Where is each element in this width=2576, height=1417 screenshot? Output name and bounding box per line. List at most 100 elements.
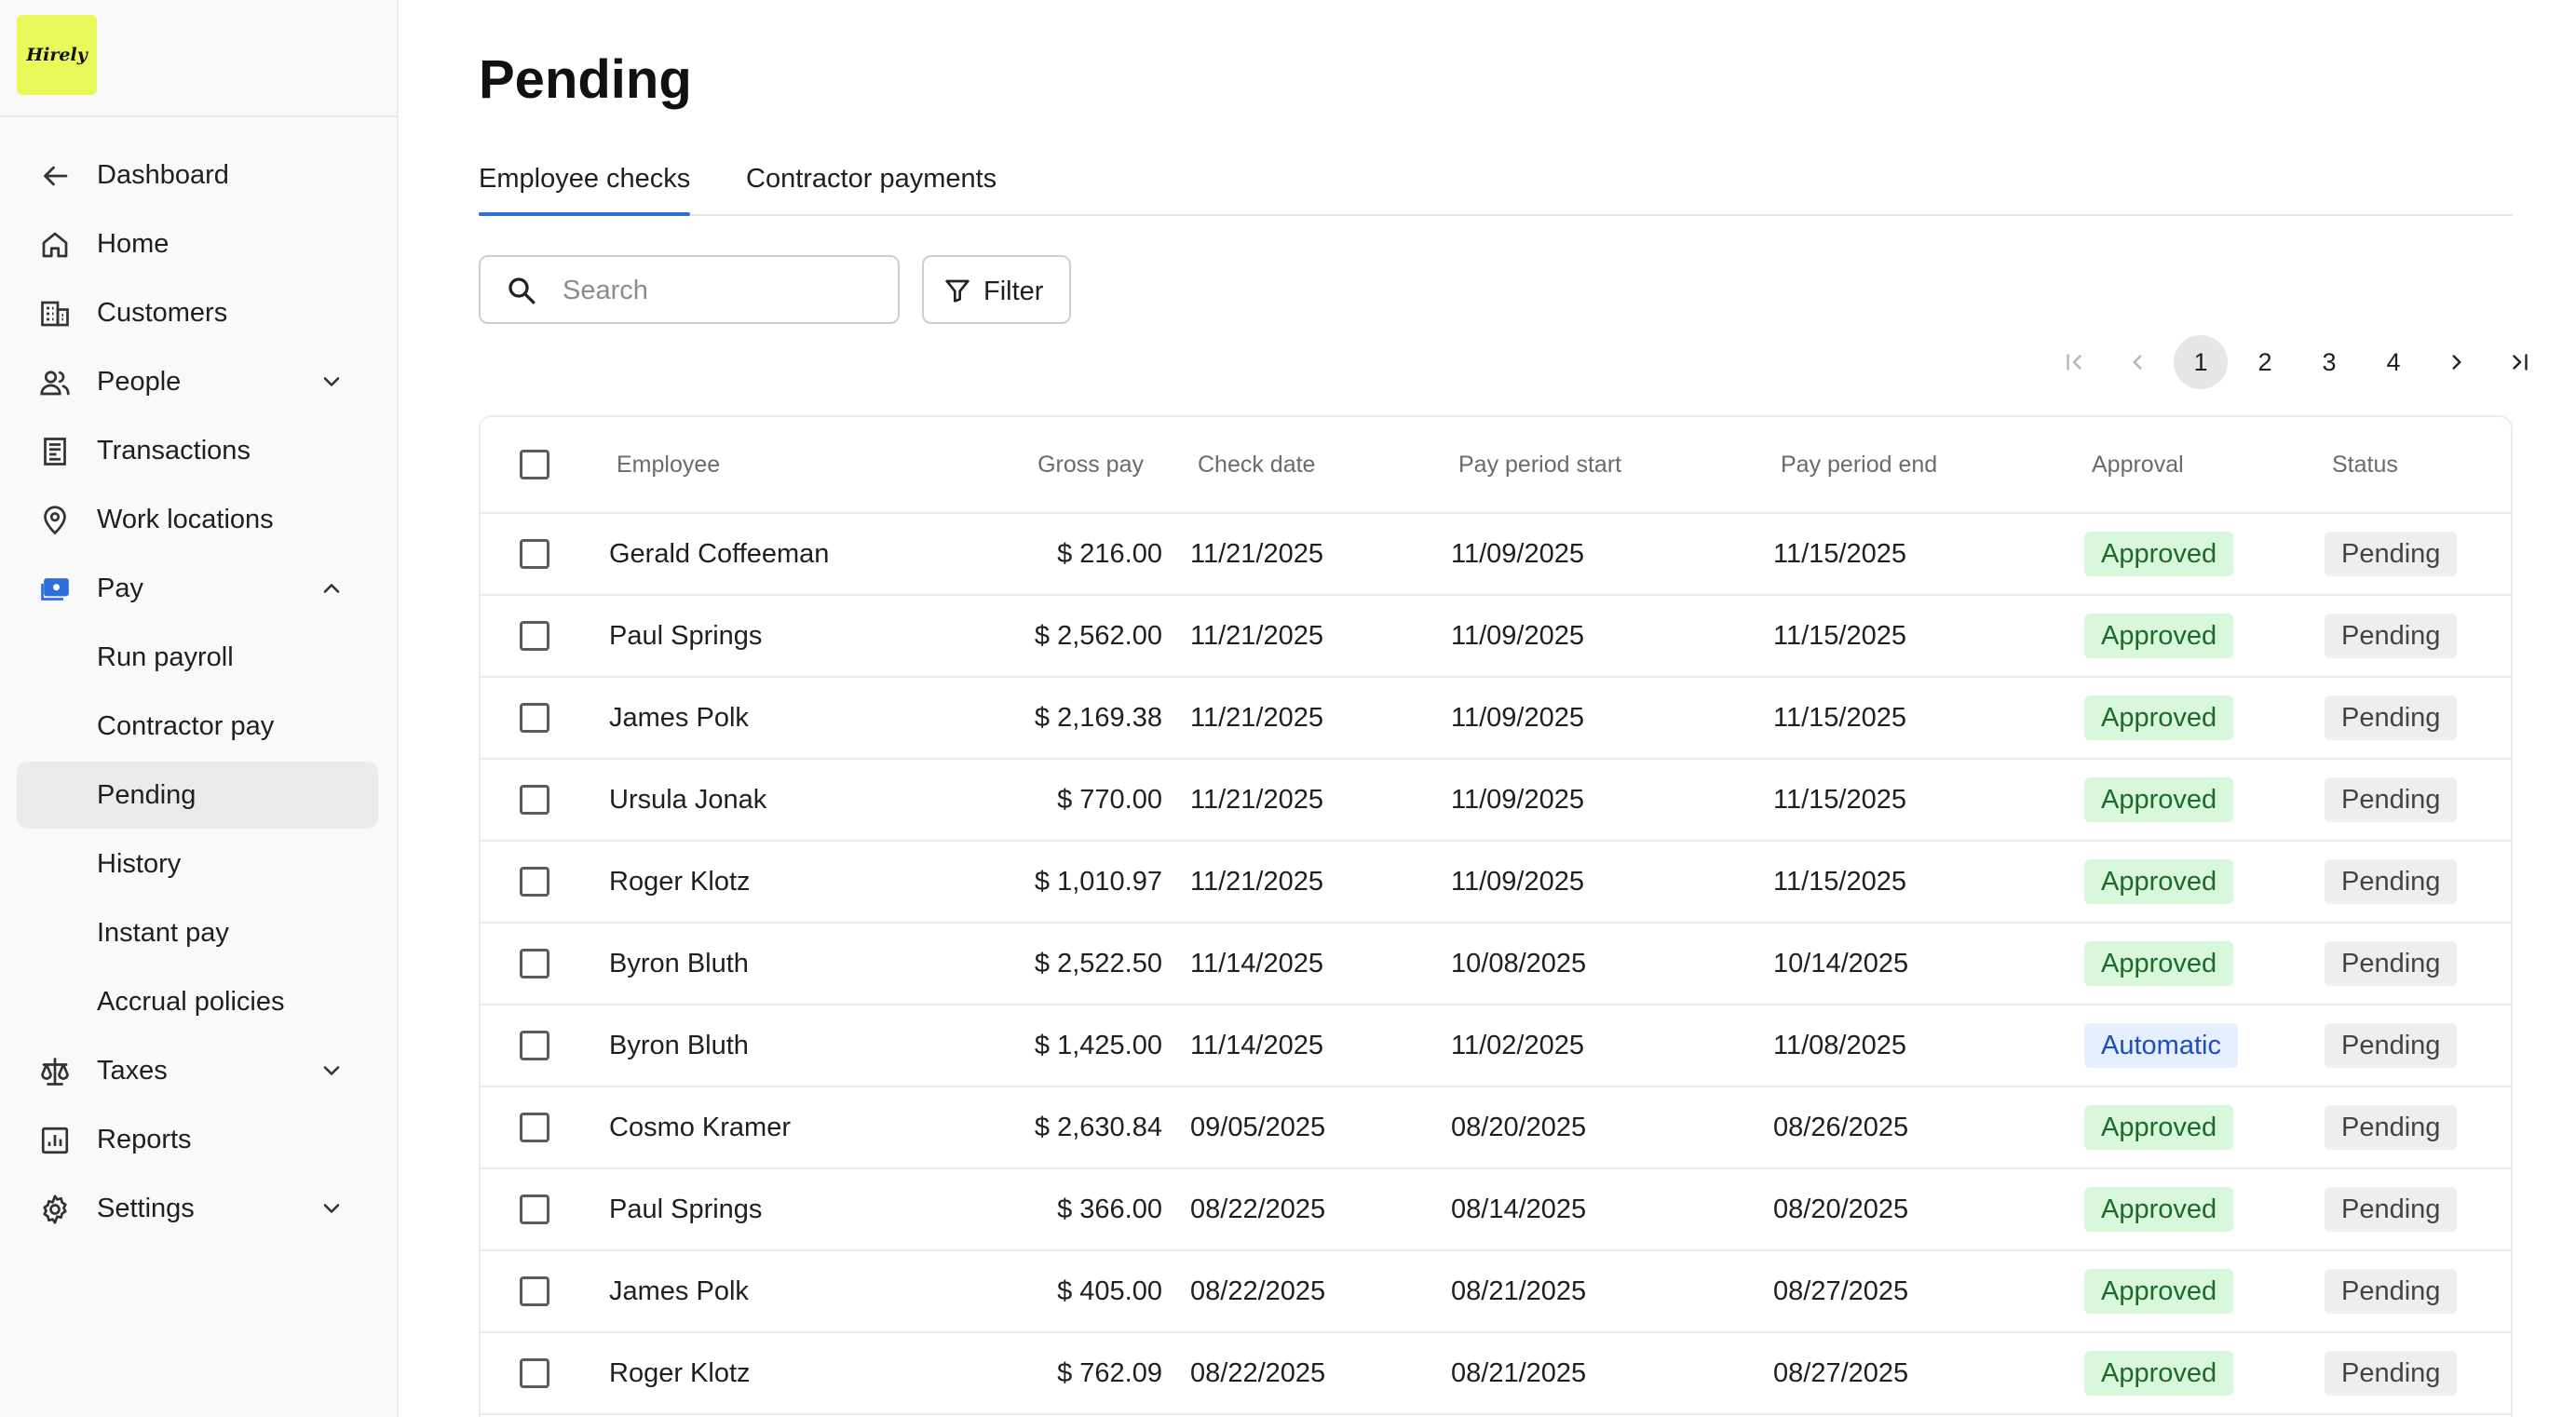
column-header-pay-period-start[interactable]: Pay period start (1458, 417, 1621, 512)
table-row[interactable]: Ursula Jonak $ 770.00 11/21/2025 11/09/2025… (481, 760, 2511, 842)
chevron-down-icon[interactable] (319, 369, 345, 395)
pagination: 1 2 3 4 (2025, 335, 2528, 391)
row-checkbox[interactable] (520, 1031, 549, 1060)
row-checkbox[interactable] (520, 621, 549, 651)
row-checkbox[interactable] (520, 1194, 549, 1224)
employee-name[interactable]: Paul Springs (609, 596, 762, 676)
status-badge: Pending (2325, 1023, 2458, 1068)
table-row[interactable]: Byron Bluth $ 2,522.50 11/14/2025 10/08/202… (481, 924, 2511, 1005)
status-badge: Pending (2325, 859, 2458, 904)
approval-badge: Approved (2084, 777, 2234, 822)
sidebar-item-people[interactable]: People (17, 348, 378, 415)
sidebar-item-run-payroll[interactable]: Run payroll (17, 624, 378, 691)
employee-name[interactable]: James Polk (609, 678, 749, 758)
chevron-down-icon[interactable] (319, 1058, 345, 1084)
employee-name[interactable]: Roger Klotz (609, 1333, 751, 1413)
sidebar-item-pending[interactable]: Pending (17, 762, 378, 829)
sidebar-item-reports[interactable]: Reports (17, 1106, 378, 1173)
employee-name[interactable]: James Polk (609, 1251, 749, 1331)
next-page-button[interactable] (2430, 335, 2484, 389)
row-checkbox[interactable] (520, 867, 549, 897)
sidebar-item-pay[interactable]: Pay (17, 555, 378, 622)
table-row[interactable]: Gerald Coffeeman $ 216.00 11/21/2025 11/09/… (481, 514, 2511, 596)
approval-cell: Approved (2084, 760, 2234, 840)
sidebar-item-customers[interactable]: Customers (17, 279, 378, 346)
employee-name[interactable]: Byron Bluth (609, 1005, 749, 1086)
first-page-button[interactable] (2047, 335, 2101, 389)
filter-button[interactable]: Filter (922, 255, 1071, 324)
table-row[interactable]: James Polk $ 405.00 08/22/2025 08/21/2025 08… (481, 1251, 2511, 1333)
page-1-button[interactable]: 1 (2174, 335, 2228, 389)
column-header-pay-period-end[interactable]: Pay period end (1781, 417, 1937, 512)
row-checkbox[interactable] (520, 703, 549, 733)
search-input[interactable] (563, 268, 879, 313)
row-checkbox[interactable] (520, 1113, 549, 1142)
chevron-right-icon (2452, 355, 2461, 370)
sidebar-item-work-locations[interactable]: Work locations (17, 486, 378, 553)
sidebar-item-instant-pay[interactable]: Instant pay (17, 899, 378, 966)
prev-page-button[interactable] (2110, 335, 2164, 389)
sidebar-item-transactions[interactable]: Transactions (17, 417, 378, 484)
approval-badge: Approved (2084, 941, 2234, 986)
column-header-check-date[interactable]: Check date (1198, 417, 1315, 512)
table-row[interactable]: Roger Klotz $ 1,010.97 11/21/2025 11/09/202… (481, 842, 2511, 924)
chevron-down-icon[interactable] (319, 1195, 345, 1221)
approval-badge: Automatic (2084, 1023, 2238, 1068)
table-row[interactable]: Cosmo Kramer $ 2,630.84 09/05/2025 08/20/20… (481, 1087, 2511, 1169)
employee-name[interactable]: Roger Klotz (609, 842, 751, 922)
column-header-gross-pay[interactable]: Gross pay (481, 417, 1144, 512)
row-checkbox[interactable] (520, 785, 549, 815)
logo-area: Hirely (0, 0, 397, 117)
home-icon (37, 227, 73, 263)
pay-period-start: 11/09/2025 (1451, 538, 1584, 569)
pay-period-start: 11/02/2025 (1451, 1030, 1584, 1060)
table-row[interactable]: James Polk $ 2,169.38 11/21/2025 11/09/2025… (481, 678, 2511, 760)
employee-name[interactable]: Gerald Coffeeman (609, 514, 829, 594)
row-checkbox[interactable] (520, 539, 549, 569)
sidebar-item-dashboard[interactable]: Dashboard (17, 142, 378, 209)
table-row[interactable]: Paul Springs $ 2,562.00 11/21/2025 11/09/20… (481, 596, 2511, 678)
approval-cell: Approved (2084, 514, 2234, 594)
employee-name[interactable]: Cosmo Kramer (609, 1087, 791, 1167)
chevron-up-icon[interactable] (319, 575, 345, 601)
table-row[interactable]: Paul Springs $ 366.00 08/22/2025 08/14/2025… (481, 1169, 2511, 1251)
sidebar-item-taxes[interactable]: Taxes (17, 1037, 378, 1104)
last-page-icon (2513, 354, 2528, 371)
column-header-status[interactable]: Status (2332, 417, 2398, 512)
pay-period-end: 08/27/2025 (1773, 1357, 1909, 1388)
sidebar-item-settings[interactable]: Settings (17, 1175, 378, 1242)
tab-employee-checks[interactable]: Employee checks (479, 164, 691, 216)
sidebar-item-accrual-policies[interactable]: Accrual policies (17, 968, 378, 1035)
last-page-button[interactable] (2493, 335, 2547, 389)
page-4-button[interactable]: 4 (2366, 335, 2420, 389)
filter-label: Filter (983, 277, 1044, 306)
pay-period-start: 11/09/2025 (1451, 784, 1584, 815)
sidebar-item-label: Work locations (97, 504, 274, 534)
employee-name[interactable]: Ursula Jonak (609, 760, 766, 840)
row-checkbox[interactable] (520, 949, 549, 978)
sidebar-item-label: Contractor pay (97, 710, 275, 741)
employee-name[interactable]: Paul Springs (609, 1169, 762, 1249)
sidebar-item-label: Home (97, 228, 169, 259)
pay-period-end: 10/14/2025 (1773, 948, 1909, 978)
arrow-left-icon (37, 158, 73, 194)
sidebar-item-history[interactable]: History (17, 830, 378, 897)
sidebar-item-label: Reports (97, 1124, 192, 1154)
page-3-button[interactable]: 3 (2302, 335, 2356, 389)
page-2-button[interactable]: 2 (2238, 335, 2292, 389)
sidebar-item-home[interactable]: Home (17, 210, 378, 277)
status-cell: Pending (2325, 514, 2458, 594)
sidebar-item-label: People (97, 366, 182, 397)
row-checkbox[interactable] (520, 1276, 549, 1306)
sidebar-item-contractor-pay[interactable]: Contractor pay (17, 693, 378, 760)
pay-period-start: 08/21/2025 (1451, 1357, 1587, 1388)
row-checkbox[interactable] (520, 1358, 549, 1388)
column-header-approval[interactable]: Approval (2092, 417, 2184, 512)
hirely-logo[interactable]: Hirely (17, 15, 97, 95)
employee-name[interactable]: Byron Bluth (609, 924, 749, 1004)
table-row[interactable]: Byron Bluth $ 1,425.00 11/14/2025 11/02/202… (481, 1005, 2511, 1087)
table-row[interactable]: Roger Klotz $ 762.09 08/22/2025 08/21/2025 0… (481, 1333, 2511, 1415)
status-badge: Pending (2325, 941, 2458, 986)
sidebar-item-label: Instant pay (97, 917, 229, 948)
tab-contractor-payments[interactable]: Contractor payments (746, 164, 997, 214)
